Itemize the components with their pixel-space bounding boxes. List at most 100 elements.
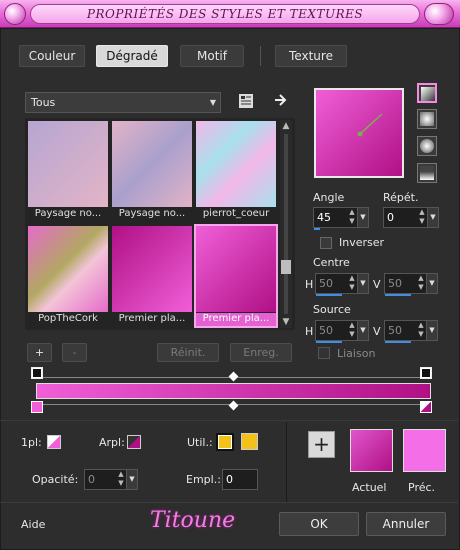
gradient-thumb[interactable]: Paysage no...: [28, 121, 108, 221]
scroll-down-icon[interactable]: ▼: [280, 316, 292, 328]
opacity-stop-start[interactable]: [31, 367, 43, 379]
spin-arrows-icon[interactable]: ▲ ▼: [416, 274, 426, 293]
chevron-down-icon[interactable]: ▼: [357, 208, 368, 227]
previous-label: Préc.: [408, 481, 436, 494]
gradient-bar[interactable]: [36, 383, 431, 399]
spin-arrows-icon[interactable]: ▲ ▼: [347, 321, 357, 340]
window-menu-icon[interactable]: [4, 3, 26, 25]
angle-handle-icon[interactable]: [316, 90, 402, 176]
angle-label: Angle: [313, 191, 345, 204]
previous-color-swatch[interactable]: [403, 429, 446, 472]
chevron-down-icon[interactable]: ▼: [357, 321, 368, 340]
repeat-spinner[interactable]: 0 ▲ ▼ ▼: [383, 207, 439, 228]
remove-gradient-button[interactable]: -: [62, 343, 87, 362]
opacity-value: 0: [88, 473, 95, 486]
foreground-stop-swatch[interactable]: [47, 435, 61, 449]
category-selected: Tous: [31, 96, 56, 109]
gradient-thumb[interactable]: Paysage no...: [112, 121, 192, 221]
spin-arrows-icon[interactable]: ▲ ▼: [347, 274, 357, 293]
spin-arrows-icon[interactable]: ▲ ▼: [116, 470, 126, 489]
source-v-spinner[interactable]: 50 ▲ ▼ ▼: [384, 320, 438, 343]
cancel-button[interactable]: Annuler: [366, 512, 446, 536]
center-v-spinner[interactable]: 50 ▲ ▼ ▼: [384, 273, 438, 296]
gradient-thumb-selected[interactable]: Premier pla...: [194, 224, 278, 328]
current-label: Actuel: [352, 481, 387, 494]
gradient-swatch: [196, 121, 276, 207]
one-plane-label: 1pl:: [21, 436, 42, 449]
opacity-stop-end[interactable]: [420, 367, 432, 379]
center-v-value: 50: [388, 277, 402, 290]
section-divider: [0, 502, 458, 503]
source-h-spinner[interactable]: 50 ▲ ▼ ▼: [315, 320, 369, 343]
spin-arrows-icon[interactable]: ▲ ▼: [416, 321, 426, 340]
center-v-label: V: [373, 278, 381, 291]
current-color-swatch[interactable]: [350, 429, 393, 472]
list-view-icon[interactable]: [238, 93, 254, 109]
rectangular-style-icon[interactable]: [417, 109, 437, 129]
repeat-value: 0: [387, 211, 394, 224]
spin-arrows-icon[interactable]: ▲ ▼: [347, 208, 357, 227]
link-label: Liaison: [337, 347, 376, 360]
opacity-spinner[interactable]: 0 ▲ ▼ ▼: [84, 469, 138, 490]
library-scrollbar[interactable]: ▲ ▼: [280, 120, 292, 328]
gradient-thumb[interactable]: pierrot_coeur: [196, 121, 276, 221]
chevron-down-icon[interactable]: ▼: [357, 274, 368, 293]
help-link[interactable]: Aide: [21, 518, 45, 531]
color-stop-end[interactable]: [420, 401, 432, 413]
spin-arrows-icon[interactable]: ▲ ▼: [417, 208, 427, 227]
center-v-slider[interactable]: [385, 294, 411, 296]
center-h-spinner[interactable]: 50 ▲ ▼ ▼: [315, 273, 369, 296]
source-v-slider[interactable]: [385, 341, 411, 343]
link-checkbox[interactable]: [318, 347, 330, 359]
gradient-preview[interactable]: [314, 88, 404, 178]
tab-texture[interactable]: Texture: [275, 45, 347, 67]
ok-button[interactable]: OK: [279, 512, 359, 536]
tab-motif[interactable]: Motif: [180, 45, 244, 67]
source-h-slider[interactable]: [316, 341, 342, 343]
background-stop-swatch[interactable]: [127, 435, 141, 449]
angle-spinner[interactable]: 45 ▲ ▼ ▼: [313, 207, 369, 230]
center-h-slider[interactable]: [316, 294, 342, 296]
window-title: PROPRIÉTÉS DES STYLES ET TEXTURES: [30, 4, 420, 24]
reset-button[interactable]: Réinit.: [157, 343, 219, 362]
scroll-thumb[interactable]: [281, 260, 291, 274]
sunburst-style-icon[interactable]: [417, 163, 437, 183]
add-swatch-button[interactable]: +: [308, 431, 335, 458]
titoune-logo: Titoune: [150, 508, 236, 533]
chevron-down-icon[interactable]: ▼: [426, 321, 437, 340]
scroll-track: [284, 134, 288, 314]
close-icon[interactable]: [424, 3, 454, 25]
color-stop-start[interactable]: [31, 401, 43, 413]
repeat-label: Répét.: [383, 191, 419, 204]
invert-checkbox[interactable]: [320, 237, 332, 249]
tab-degrade[interactable]: Dégradé: [96, 45, 168, 67]
position-input[interactable]: 0: [222, 469, 258, 490]
user-color-swatch[interactable]: [241, 433, 258, 450]
save-gradient-button[interactable]: Enreg.: [230, 343, 292, 362]
invert-label: Inverser: [339, 236, 385, 249]
chevron-down-icon[interactable]: ▼: [126, 470, 137, 489]
add-gradient-button[interactable]: +: [27, 343, 52, 362]
scroll-up-icon[interactable]: ▲: [280, 120, 292, 132]
chevron-down-icon[interactable]: ▼: [426, 274, 437, 293]
section-divider: [0, 420, 458, 421]
gradient-thumb[interactable]: PopTheCork: [28, 226, 108, 326]
rear-plane-label: Arpl:: [99, 436, 125, 449]
gradient-caption: Premier pla...: [118, 313, 186, 324]
title-bar[interactable]: PROPRIÉTÉS DES STYLES ET TEXTURES: [0, 0, 460, 28]
gradient-caption: Premier pla...: [196, 313, 276, 326]
linear-style-icon[interactable]: [417, 83, 437, 103]
source-v-label: V: [373, 325, 381, 338]
user-stop-swatch[interactable]: [216, 433, 234, 451]
gradient-caption: pierrot_coeur: [202, 208, 270, 219]
tab-couleur[interactable]: Couleur: [19, 45, 85, 67]
category-dropdown[interactable]: Tous ▼: [25, 92, 221, 113]
center-label: Centre: [313, 256, 350, 269]
chevron-down-icon[interactable]: ▼: [427, 208, 438, 227]
gradient-caption: PopTheCork: [38, 313, 98, 324]
arrow-right-icon[interactable]: [273, 92, 289, 108]
radial-style-icon[interactable]: [417, 136, 437, 156]
gradient-thumb[interactable]: Premier pla...: [112, 226, 192, 326]
opacity-label: Opacité:: [32, 473, 79, 486]
angle-slider[interactable]: [314, 228, 320, 230]
